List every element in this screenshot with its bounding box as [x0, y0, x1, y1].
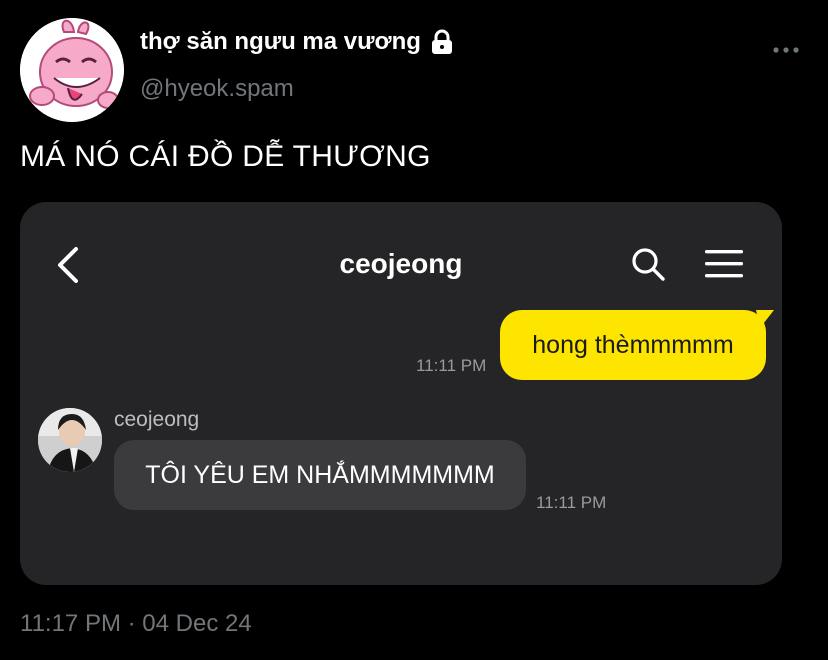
- display-name[interactable]: thợ săn ngưu ma vương: [140, 28, 421, 56]
- contact-avatar: [38, 408, 102, 472]
- received-message-time: 11:11 PM: [536, 493, 607, 512]
- tweet-time: 11:17 PM: [20, 610, 121, 637]
- search-icon: [630, 246, 666, 282]
- chat-title: ceojeong: [339, 248, 463, 279]
- sent-message-text: hong thèmmmmm: [532, 330, 734, 359]
- sender-name: ceojeong: [114, 408, 200, 431]
- sent-message-bubble: hong thèmmmmm: [500, 310, 766, 380]
- sent-bubble-tail: [756, 310, 774, 330]
- tweet-media-chat-screenshot[interactable]: ceojeong 11:11 PM hong thèmmmmm ceojeong…: [20, 202, 782, 585]
- display-name-row[interactable]: thợ săn ngưu ma vương: [140, 28, 455, 56]
- user-handle[interactable]: @hyeok.spam: [140, 75, 294, 103]
- tweet-timestamp[interactable]: 11:17 PM · 04 Dec 24: [20, 610, 252, 638]
- tweet-text: MÁ NÓ CÁI ĐỒ DỄ THƯƠNG: [20, 140, 431, 173]
- received-message-bubble: TÔI YÊU EM NHẮMMMMMMM: [114, 440, 526, 510]
- tweet-date: 04 Dec 24: [142, 610, 252, 637]
- timestamp-separator: ·: [127, 610, 136, 637]
- menu-icon: [704, 248, 744, 280]
- more-options-icon[interactable]: [772, 40, 800, 60]
- sent-message-time: 11:11 PM: [416, 356, 487, 375]
- received-message-text: TÔI YÊU EM NHẮMMMMMMM: [145, 460, 495, 489]
- profile-avatar[interactable]: [20, 18, 124, 122]
- lock-icon: [429, 29, 455, 55]
